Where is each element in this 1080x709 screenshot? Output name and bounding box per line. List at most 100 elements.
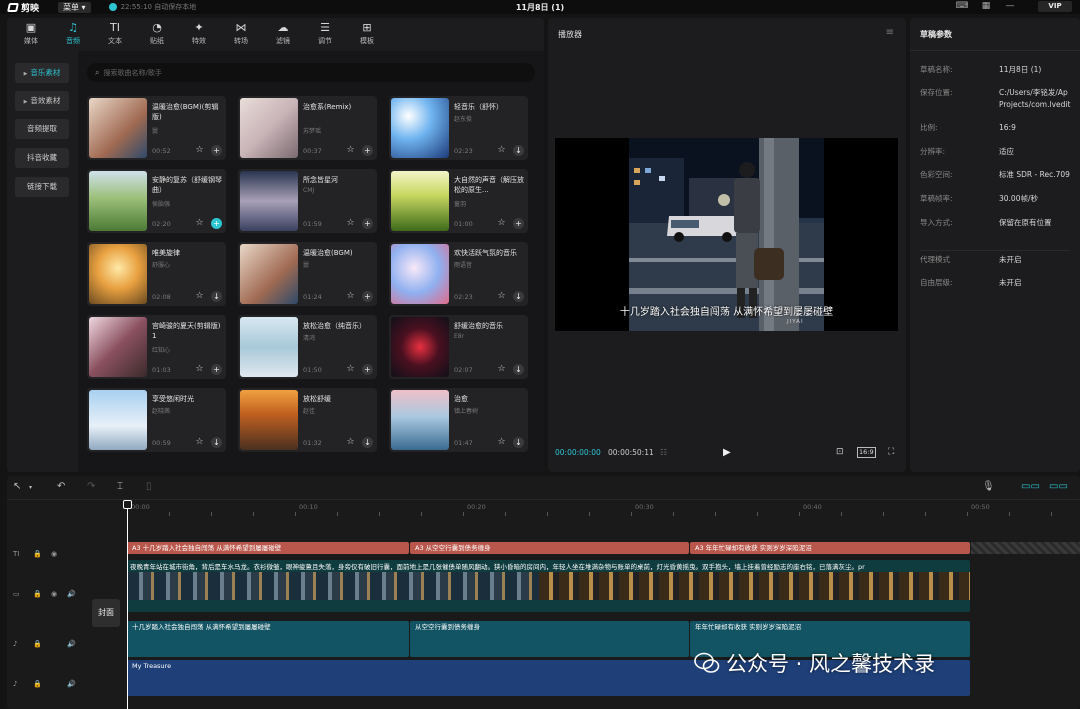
preview-canvas[interactable]: 十几岁踏入社会独自闯荡 从满怀希望到屡屡碰壁 JIYAI — [555, 138, 898, 331]
speaker-icon[interactable]: 🔊 — [67, 680, 76, 688]
minimize-icon[interactable]: — — [1002, 1, 1018, 12]
playhead[interactable] — [127, 502, 128, 709]
menu-button[interactable]: 菜单 ▾ — [58, 1, 91, 13]
add-icon[interactable]: + — [362, 291, 373, 302]
music-card[interactable]: 大自然的声音（解压放松的原生... 童羽 01:00 ☆ + — [389, 169, 528, 233]
text-clip[interactable]: A3 从空空行囊到债务缠身 — [410, 542, 689, 554]
favorite-icon[interactable]: ☆ — [345, 291, 356, 302]
favorite-icon[interactable]: ☆ — [194, 364, 205, 375]
time-ruler[interactable]: 00:00 00:10 00:20 00:30 00:40 00:50 — [125, 500, 1080, 518]
music-card[interactable]: 放松舒缓 赵佳 01:32 ☆ ↓ — [238, 388, 377, 452]
favorite-icon[interactable]: ☆ — [345, 364, 356, 375]
search-bar[interactable]: ⌕ — [87, 63, 535, 82]
favorite-icon[interactable]: ☆ — [345, 145, 356, 156]
speaker-icon[interactable]: 🔊 — [67, 640, 76, 648]
menu-icon[interactable]: ≡ — [886, 27, 894, 38]
eye-icon[interactable]: ◉ — [51, 550, 57, 558]
category-item[interactable]: ▶ 音效素材 — [15, 91, 69, 111]
download-icon[interactable]: ↓ — [513, 291, 524, 302]
download-icon[interactable]: ↓ — [513, 145, 524, 156]
music-card[interactable]: 治愈系(Remix) 苏梦瑶 00:37 ☆ + — [238, 96, 377, 160]
text-clip[interactable]: A3 十几岁踏入社会独自闯荡 从满怀希望到屡屡碰壁 — [127, 542, 409, 554]
favorite-icon[interactable]: ☆ — [496, 437, 507, 448]
category-item[interactable]: 音频提取 — [15, 119, 69, 139]
category-item[interactable]: 抖音收藏 — [15, 148, 69, 168]
cover-button[interactable]: 封面 — [92, 599, 120, 627]
tab-transition[interactable]: ⋈ 转场 — [220, 18, 262, 50]
video-clip[interactable]: 夜晚青年站在城市街角，背后是车水马龙。衣衫微皱，眼神疲惫且失落，身旁仅有破旧行囊… — [127, 560, 970, 612]
timeline-grid-icon[interactable]: ☷ — [660, 448, 667, 457]
music-card[interactable]: 欢快活跃气氛的音乐 雨语音 02:23 ☆ ↓ — [389, 242, 528, 306]
favorite-icon[interactable]: ☆ — [345, 218, 356, 229]
text-clip[interactable]: A3 年年忙碌却有收获 实则岁岁深陷泥沼 — [690, 542, 970, 554]
music-card[interactable]: 温暖治愈(BGM) 舅 01:24 ☆ + — [238, 242, 377, 306]
playhead-handle[interactable] — [123, 500, 132, 509]
split-icon[interactable]: ⌶ — [117, 481, 123, 492]
audio-clip[interactable]: 十几岁踏入社会独自闯荡 从满怀希望到屡屡碰壁 — [127, 621, 409, 657]
favorite-icon[interactable]: ☆ — [496, 291, 507, 302]
undo-icon[interactable]: ↶ — [57, 481, 65, 492]
music-card[interactable]: 放松治愈（纯音乐） 清鸿 01:50 ☆ + — [238, 315, 377, 379]
lock-icon[interactable]: 🔒 — [33, 680, 42, 688]
favorite-icon[interactable]: ☆ — [194, 437, 205, 448]
favorite-icon[interactable]: ☆ — [496, 145, 507, 156]
eye-icon[interactable]: ◉ — [51, 590, 57, 598]
add-icon[interactable]: + — [211, 364, 222, 375]
tab-adjust[interactable]: ☰ 调节 — [304, 18, 346, 50]
add-icon[interactable]: + — [211, 218, 222, 229]
snap-icon[interactable]: ▭▭ — [1049, 481, 1068, 492]
favorite-icon[interactable]: ☆ — [345, 437, 356, 448]
aspect-ratio-button[interactable]: 16:9 — [857, 447, 876, 458]
download-icon[interactable]: ↓ — [362, 437, 373, 448]
lock-icon[interactable]: 🔒 — [33, 590, 42, 598]
delete-icon[interactable]: ▯ — [146, 481, 152, 492]
favorite-icon[interactable]: ☆ — [194, 218, 205, 229]
tab-effects[interactable]: ✦ 特效 — [178, 18, 220, 50]
select-tool-icon[interactable]: ↖ — [13, 481, 21, 492]
music-card[interactable]: 舒缓治愈的音乐 E8r 02:07 ☆ ↓ — [389, 315, 528, 379]
download-icon[interactable]: ↓ — [513, 437, 524, 448]
add-icon[interactable]: + — [362, 218, 373, 229]
tab-audio[interactable]: ♫ 音频 — [52, 18, 94, 50]
layout-icon[interactable]: ▦ — [978, 1, 994, 12]
add-icon[interactable]: + — [211, 145, 222, 156]
music-card[interactable]: 安静的复苏（舒缓钢琴曲） 侯胎强 02:20 ☆ + — [87, 169, 226, 233]
add-icon[interactable]: + — [362, 364, 373, 375]
vip-button[interactable]: VIP — [1038, 1, 1072, 12]
add-icon[interactable]: + — [362, 145, 373, 156]
search-input[interactable] — [103, 68, 504, 77]
keyboard-icon[interactable]: ⌨ — [954, 1, 970, 12]
speaker-icon[interactable]: 🔊 — [67, 590, 76, 598]
favorite-icon[interactable]: ☆ — [496, 364, 507, 375]
tab-text[interactable]: TI 文本 — [94, 18, 136, 50]
lock-icon[interactable]: 🔒 — [33, 550, 42, 558]
redo-icon[interactable]: ↷ — [87, 481, 95, 492]
music-card[interactable]: 宫崎骏的夏天(剪辑版) 1 红知心 01:03 ☆ + — [87, 315, 226, 379]
add-icon[interactable]: + — [513, 218, 524, 229]
music-card[interactable]: 享受悠闲时光 赵晓茜 00:59 ☆ ↓ — [87, 388, 226, 452]
screenshot-icon[interactable]: ⊡ — [836, 447, 844, 457]
tab-sticker[interactable]: ◔ 贴纸 — [136, 18, 178, 50]
chevron-down-icon[interactable]: ▾ — [29, 484, 32, 491]
music-card[interactable]: 轻音乐（舒怀） 赵东俊 02:23 ☆ ↓ — [389, 96, 528, 160]
favorite-icon[interactable]: ☆ — [496, 218, 507, 229]
link-clips-icon[interactable]: ▭▭ — [1021, 481, 1040, 492]
tab-media[interactable]: ▣ 媒体 — [10, 18, 52, 50]
download-icon[interactable]: ↓ — [211, 291, 222, 302]
category-item[interactable]: ▶ 音乐素材 — [15, 63, 69, 83]
microphone-icon[interactable]: 🎙 — [982, 481, 995, 492]
music-card[interactable]: 所念皆星河 CMJ 01:59 ☆ + — [238, 169, 377, 233]
favorite-icon[interactable]: ☆ — [194, 291, 205, 302]
play-button[interactable]: ▶ — [723, 447, 731, 458]
favorite-icon[interactable]: ☆ — [194, 145, 205, 156]
music-card[interactable]: 唯美旋律 舒服心 02:08 ☆ ↓ — [87, 242, 226, 306]
lock-icon[interactable]: 🔒 — [33, 640, 42, 648]
music-card[interactable]: 温暖治愈(BGM)(剪辑版) 舅 00:52 ☆ + — [87, 96, 226, 160]
music-card[interactable]: 治愈 镇上春树 01:47 ☆ ↓ — [389, 388, 528, 452]
download-icon[interactable]: ↓ — [211, 437, 222, 448]
audio-clip[interactable]: 从空空行囊到债务缠身 — [410, 621, 689, 657]
category-item[interactable]: 链接下载 — [15, 177, 69, 197]
download-icon[interactable]: ↓ — [513, 364, 524, 375]
fullscreen-icon[interactable]: ⛶ — [888, 447, 894, 457]
tab-template[interactable]: ⊞ 模板 — [346, 18, 388, 50]
